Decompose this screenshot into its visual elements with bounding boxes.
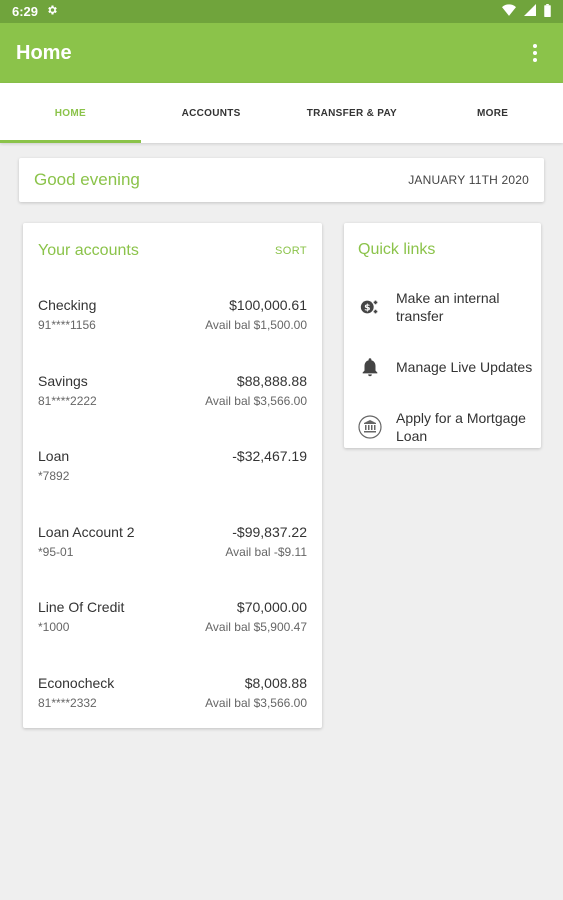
greeting-date: JANUARY 11TH 2020 bbox=[408, 173, 529, 187]
status-bar: 6:29 bbox=[0, 0, 563, 23]
account-number: *95-01 bbox=[38, 544, 74, 559]
account-name: Econocheck bbox=[38, 674, 115, 691]
account-name: Loan bbox=[38, 448, 70, 464]
account-balance: $8,008.88 bbox=[244, 674, 307, 691]
account-name: Line Of Credit bbox=[38, 599, 125, 615]
tab-accounts[interactable]: ACCOUNTS bbox=[141, 83, 282, 143]
quick-links-card: Quick links $ Make an internal transfer … bbox=[344, 223, 541, 448]
account-balance: -$32,467.19 bbox=[232, 448, 307, 464]
quick-link-live-updates[interactable]: Manage Live Updates bbox=[358, 337, 541, 397]
account-row-savings[interactable]: Savings 81****2222 $88,888.88 Avail bal … bbox=[38, 355, 307, 431]
quick-link-internal-transfer[interactable]: $ Make an internal transfer bbox=[358, 277, 541, 337]
tab-home[interactable]: HOME bbox=[0, 83, 141, 143]
account-row-checking[interactable]: Checking 91****1156 $100,000.61 Avail ba… bbox=[38, 279, 307, 355]
account-available-balance: Avail bal $5,900.47 bbox=[205, 620, 307, 634]
sort-button[interactable]: SORT bbox=[275, 245, 307, 257]
overflow-menu-icon[interactable] bbox=[523, 41, 547, 65]
wifi-icon bbox=[502, 4, 516, 19]
account-available-balance: Avail bal -$9.11 bbox=[225, 544, 307, 559]
app-bar: Home bbox=[0, 23, 563, 83]
accounts-title: Your accounts bbox=[38, 242, 139, 259]
account-row-line-of-credit[interactable]: Line Of Credit *1000 $70,000.00 Avail ba… bbox=[38, 581, 307, 657]
tab-bar: HOME ACCOUNTS TRANSFER & PAY MORE bbox=[0, 83, 563, 143]
tab-more[interactable]: MORE bbox=[422, 83, 563, 143]
account-row-econocheck[interactable]: Econocheck 81****2332 $8,008.88 Avail ba… bbox=[38, 657, 307, 733]
account-available-balance: Avail bal $1,500.00 bbox=[205, 318, 307, 332]
account-available-balance: Avail bal $3,566.00 bbox=[205, 393, 307, 408]
quick-link-label: Manage Live Updates bbox=[396, 359, 533, 375]
greeting-text: Good evening bbox=[34, 170, 140, 189]
account-balance: $70,000.00 bbox=[236, 599, 307, 615]
page-title: Home bbox=[16, 41, 72, 64]
account-name: Loan Account 2 bbox=[38, 523, 135, 540]
svg-text:$: $ bbox=[364, 303, 370, 314]
bell-icon bbox=[358, 355, 382, 379]
quick-link-label: Apply for a Mortgage Loan bbox=[396, 410, 526, 444]
account-number: 81****2332 bbox=[38, 695, 97, 710]
account-balance: $100,000.61 bbox=[229, 297, 307, 313]
accounts-card: Your accounts SORT Checking 91****1156 $… bbox=[23, 223, 322, 728]
account-row-loan-account-2[interactable]: Loan Account 2 *95-01 -$99,837.22 Avail … bbox=[38, 506, 307, 582]
account-name: Savings bbox=[38, 372, 88, 389]
accounts-header: Your accounts SORT bbox=[38, 223, 307, 279]
greeting-card: Good evening JANUARY 11TH 2020 bbox=[19, 158, 544, 202]
transfer-icon: $ bbox=[358, 295, 382, 319]
signal-icon bbox=[524, 4, 536, 19]
account-balance: $88,888.88 bbox=[236, 372, 307, 389]
account-number: 81****2222 bbox=[38, 393, 97, 408]
account-name: Checking bbox=[38, 297, 97, 313]
account-number: 91****1156 bbox=[38, 318, 96, 332]
quick-links-title: Quick links bbox=[358, 241, 436, 258]
account-available-balance: Avail bal $3,566.00 bbox=[205, 695, 307, 710]
battery-icon bbox=[544, 3, 551, 20]
account-number: *7892 bbox=[38, 469, 70, 483]
account-number: *1000 bbox=[38, 620, 70, 634]
status-time: 6:29 bbox=[12, 4, 39, 19]
account-row-loan[interactable]: Loan *7892 -$32,467.19 bbox=[38, 430, 307, 506]
quick-link-mortgage[interactable]: Apply for a Mortgage Loan bbox=[358, 397, 541, 457]
tab-transfer-pay[interactable]: TRANSFER & PAY bbox=[282, 83, 423, 143]
bank-icon bbox=[358, 415, 382, 439]
quick-link-label: Make an internal transfer bbox=[396, 290, 500, 324]
gear-icon bbox=[46, 4, 58, 19]
account-balance: -$99,837.22 bbox=[232, 523, 307, 540]
